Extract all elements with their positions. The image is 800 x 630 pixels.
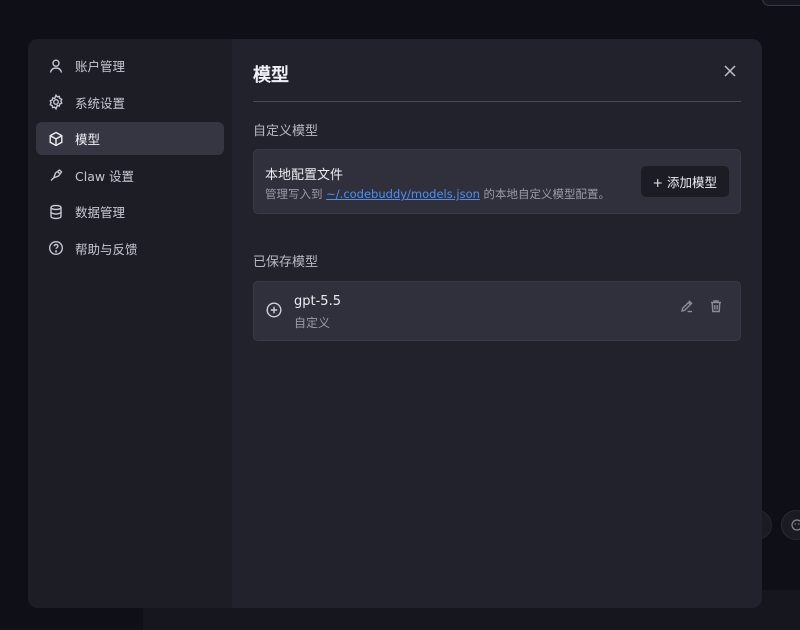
sidebar-item-models[interactable]: 模型 <box>36 122 224 155</box>
add-model-button[interactable]: + 添加模型 <box>641 166 729 197</box>
background-button <box>762 0 800 6</box>
help-circle-icon <box>48 240 64 256</box>
database-icon <box>48 204 64 220</box>
smile-icon <box>791 519 800 531</box>
model-type: 自定义 <box>294 314 330 331</box>
desc-suffix: 的本地自定义模型配置。 <box>480 187 610 201</box>
settings-sidebar: 账户管理 系统设置 模型 Claw 设置 数据管理 <box>28 39 232 608</box>
sidebar-item-label: 账户管理 <box>75 56 125 75</box>
local-config-description: 管理写入到 ~/.codebuddy/models.json 的本地自定义模型配… <box>265 186 610 202</box>
sidebar-item-help[interactable]: 帮助与反馈 <box>36 232 224 265</box>
settings-modal: 账户管理 系统设置 模型 Claw 设置 数据管理 <box>28 39 762 608</box>
desc-prefix: 管理写入到 <box>265 187 326 201</box>
claw-icon <box>48 167 64 183</box>
sidebar-item-label: 数据管理 <box>75 202 125 221</box>
plus-circle-icon <box>266 302 282 322</box>
delete-model-button[interactable] <box>706 296 726 316</box>
models-json-link[interactable]: ~/.codebuddy/models.json <box>326 187 480 201</box>
settings-content: 模型 自定义模型 本地配置文件 管理写入到 ~/.codebuddy/model… <box>232 39 762 608</box>
saved-models-heading: 已保存模型 <box>253 251 318 270</box>
sidebar-item-label: Claw 设置 <box>75 166 134 185</box>
custom-models-heading: 自定义模型 <box>253 120 318 139</box>
close-icon <box>724 65 736 77</box>
edit-model-button[interactable] <box>677 296 697 316</box>
header-divider <box>253 101 741 102</box>
sidebar-item-system[interactable]: 系统设置 <box>36 86 224 119</box>
local-config-card: 本地配置文件 管理写入到 ~/.codebuddy/models.json 的本… <box>253 149 741 214</box>
sidebar-item-data[interactable]: 数据管理 <box>36 195 224 228</box>
gear-icon <box>48 94 64 110</box>
cube-icon <box>48 131 64 147</box>
user-icon <box>48 58 64 74</box>
sidebar-item-label: 系统设置 <box>75 93 125 112</box>
sidebar-item-claw[interactable]: Claw 设置 <box>36 159 224 192</box>
local-config-title: 本地配置文件 <box>265 164 343 183</box>
sidebar-item-label: 帮助与反馈 <box>75 239 138 258</box>
list-item: gpt-5.5 自定义 <box>253 281 741 341</box>
sidebar-item-label: 模型 <box>75 129 100 148</box>
close-button[interactable] <box>720 61 740 81</box>
page-title: 模型 <box>253 61 289 87</box>
pencil-icon <box>680 299 694 313</box>
model-name: gpt-5.5 <box>294 294 341 309</box>
sidebar-item-account[interactable]: 账户管理 <box>36 49 224 82</box>
trash-icon <box>709 299 723 313</box>
